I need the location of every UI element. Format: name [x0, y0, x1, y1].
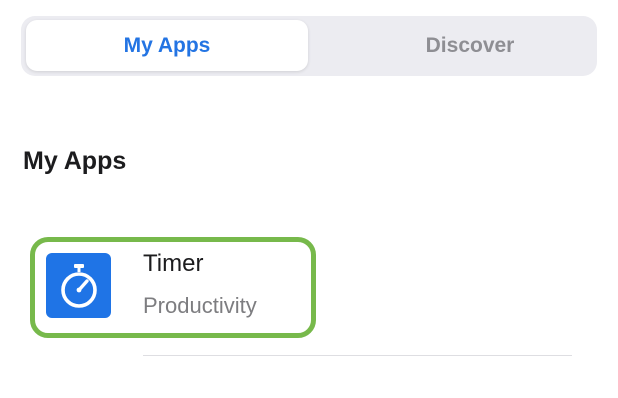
segmented-control: My Apps Discover — [21, 16, 597, 76]
app-name: Timer — [143, 250, 204, 277]
tab-discover[interactable]: Discover — [329, 20, 611, 71]
tab-my-apps[interactable]: My Apps — [26, 20, 308, 71]
section-title: My Apps — [23, 147, 127, 175]
tab-discover-label: Discover — [425, 33, 515, 57]
stopwatch-icon — [60, 263, 97, 308]
apps-page: My Apps Discover My Apps Timer Productiv… — [0, 0, 618, 398]
app-category: Productivity — [143, 293, 257, 318]
tab-my-apps-label: My Apps — [123, 33, 211, 57]
app-icon-timer[interactable] — [46, 253, 111, 318]
list-separator — [143, 355, 572, 356]
